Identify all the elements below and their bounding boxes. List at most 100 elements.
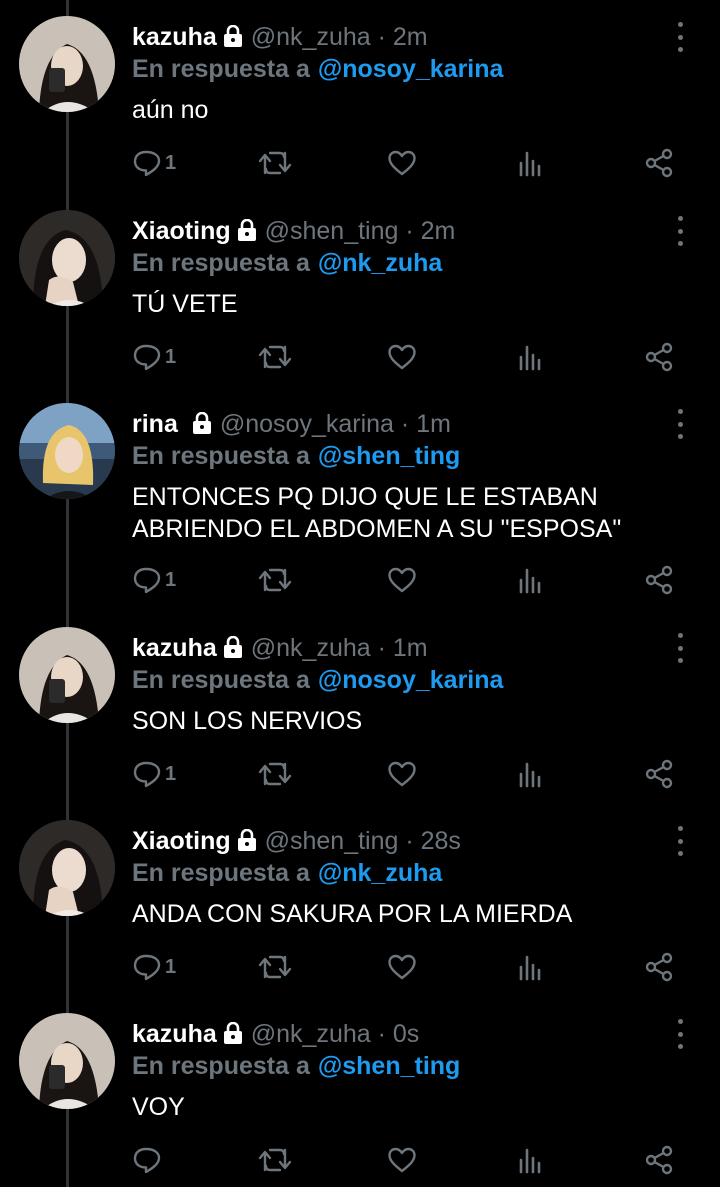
display-name[interactable]: kazuha <box>132 1020 217 1049</box>
tweet-text: ANDA CON SAKURA POR LA MIERDA <box>132 900 573 928</box>
tweet-header: kazuha @nk_zuha · 2m <box>132 20 428 54</box>
display-name[interactable]: kazuha <box>132 23 217 52</box>
analytics-button[interactable] <box>517 950 545 984</box>
tweet[interactable]: kazuha @nk_zuha · 0s En respuesta a @she… <box>0 999 720 1187</box>
display-name[interactable]: Xiaoting <box>132 217 231 246</box>
reply-button[interactable] <box>133 1143 165 1177</box>
analytics-button[interactable] <box>517 1143 545 1177</box>
handle-and-time[interactable]: @nk_zuha · 2m <box>251 23 428 52</box>
retweet-icon <box>258 345 292 369</box>
reply-mention-link[interactable]: @nk_zuha <box>318 249 442 278</box>
handle-and-time[interactable]: @nosoy_karina · 1m <box>220 410 451 439</box>
more-options-icon[interactable] <box>670 1019 690 1049</box>
reply-mention-link[interactable]: @nosoy_karina <box>318 55 504 84</box>
more-options-icon[interactable] <box>670 216 690 246</box>
like-button[interactable] <box>387 340 417 374</box>
handle-and-time[interactable]: @shen_ting · 2m <box>265 217 456 246</box>
reply-button[interactable]: 1 <box>133 950 176 984</box>
reply-mention-link[interactable]: @nosoy_karina <box>318 666 504 695</box>
avatar[interactable] <box>19 16 115 112</box>
avatar-kazuha-image <box>19 16 115 112</box>
like-button[interactable] <box>387 757 417 791</box>
reply-count: 1 <box>165 345 177 368</box>
share-button[interactable] <box>644 563 674 597</box>
heart-icon <box>388 1147 416 1173</box>
tweet[interactable]: kazuha @nk_zuha · 1m En respuesta a @nos… <box>0 613 720 805</box>
tweet[interactable]: rina @nosoy_karina · 1m En respuesta a @… <box>0 389 720 615</box>
tweet-text: TÚ VETE <box>132 290 238 318</box>
retweet-icon <box>258 955 292 979</box>
lock-icon <box>223 1021 243 1044</box>
tweet-actions: 1 <box>0 950 720 984</box>
like-button[interactable] <box>387 950 417 984</box>
reply-button[interactable]: 1 <box>133 563 176 597</box>
tweet-actions: 1 <box>0 563 720 597</box>
heart-icon <box>388 761 416 787</box>
heart-icon <box>388 954 416 980</box>
tweet-header: Xiaoting @shen_ting · 2m <box>132 214 455 248</box>
reply-button[interactable]: 1 <box>133 146 176 180</box>
tweet[interactable]: kazuha @nk_zuha · 2m En respuesta a @nos… <box>0 2 720 194</box>
tweet-header: kazuha @nk_zuha · 0s <box>132 1017 419 1051</box>
tweet[interactable]: Xiaoting @shen_ting · 28s En respuesta a… <box>0 806 720 998</box>
heart-icon <box>388 344 416 370</box>
avatar[interactable] <box>19 210 115 306</box>
reply-icon <box>133 344 161 371</box>
lock-icon <box>237 218 257 241</box>
avatar[interactable] <box>19 1013 115 1109</box>
reply-button[interactable]: 1 <box>133 757 176 791</box>
avatar[interactable] <box>19 820 115 916</box>
tweet-header: kazuha @nk_zuha · 1m <box>132 631 428 665</box>
share-button[interactable] <box>644 757 674 791</box>
share-button[interactable] <box>644 340 674 374</box>
more-options-icon[interactable] <box>670 826 690 856</box>
share-button[interactable] <box>644 1143 674 1177</box>
handle-and-time[interactable]: @shen_ting · 28s <box>265 827 461 856</box>
tweet-actions: 1 <box>0 757 720 791</box>
like-button[interactable] <box>387 1143 417 1177</box>
retweet-button[interactable] <box>258 1143 292 1177</box>
reply-context: En respuesta a @nk_zuha <box>132 856 442 890</box>
reply-mention-link[interactable]: @nk_zuha <box>318 859 442 888</box>
share-icon <box>645 1145 673 1175</box>
reply-context: En respuesta a @nosoy_karina <box>132 52 503 86</box>
reply-prefix: En respuesta a <box>132 441 310 470</box>
analytics-icon <box>519 345 541 371</box>
retweet-button[interactable] <box>258 950 292 984</box>
share-button[interactable] <box>644 950 674 984</box>
handle-and-time[interactable]: @nk_zuha · 1m <box>251 634 428 663</box>
display-name[interactable]: kazuha <box>132 634 217 663</box>
analytics-button[interactable] <box>517 146 545 180</box>
reply-icon <box>133 761 161 788</box>
retweet-button[interactable] <box>258 757 292 791</box>
retweet-button[interactable] <box>258 340 292 374</box>
reply-prefix: En respuesta a <box>132 665 310 694</box>
analytics-icon <box>519 151 541 177</box>
tweet[interactable]: Xiaoting @shen_ting · 2m En respuesta a … <box>0 196 720 388</box>
analytics-icon <box>519 568 541 594</box>
handle-and-time[interactable]: @nk_zuha · 0s <box>251 1020 420 1049</box>
reply-mention-link[interactable]: @shen_ting <box>318 442 460 471</box>
avatar[interactable] <box>19 403 115 499</box>
reply-button[interactable]: 1 <box>133 340 176 374</box>
analytics-button[interactable] <box>517 563 545 597</box>
more-options-icon[interactable] <box>670 409 690 439</box>
analytics-button[interactable] <box>517 757 545 791</box>
retweet-button[interactable] <box>258 146 292 180</box>
display-name[interactable]: Xiaoting <box>132 827 231 856</box>
retweet-icon <box>258 1148 292 1172</box>
like-button[interactable] <box>387 563 417 597</box>
reply-mention-link[interactable]: @shen_ting <box>318 1052 460 1081</box>
display-name[interactable]: rina <box>132 410 178 439</box>
reply-count: 1 <box>165 762 177 785</box>
analytics-button[interactable] <box>517 340 545 374</box>
avatar[interactable] <box>19 627 115 723</box>
like-button[interactable] <box>387 146 417 180</box>
analytics-icon <box>519 955 541 981</box>
share-button[interactable] <box>644 146 674 180</box>
more-options-icon[interactable] <box>670 633 690 663</box>
lock-icon <box>192 411 212 434</box>
more-options-icon[interactable] <box>670 22 690 52</box>
reply-prefix: En respuesta a <box>132 54 310 83</box>
retweet-button[interactable] <box>258 563 292 597</box>
